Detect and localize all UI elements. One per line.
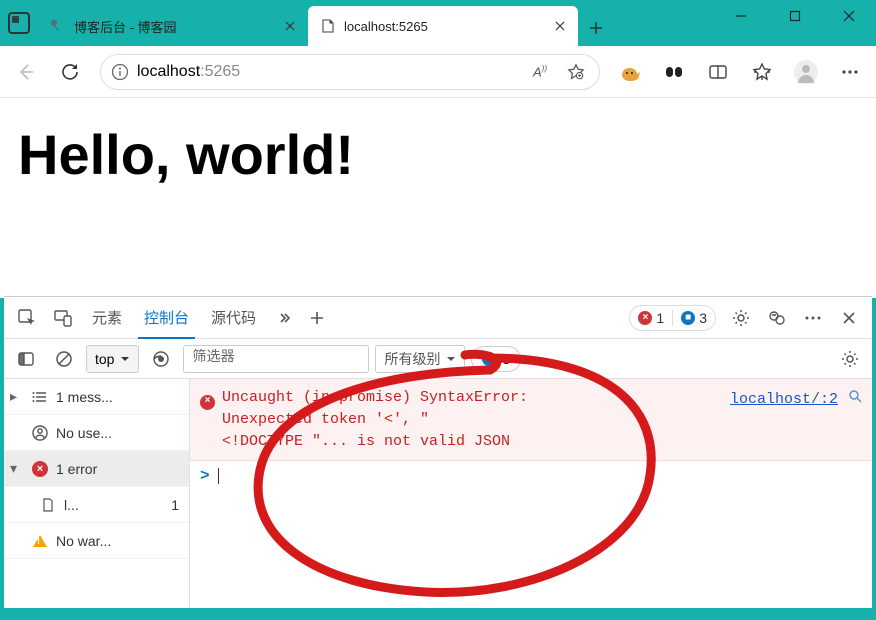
tab-close-button[interactable] <box>552 18 568 34</box>
favorite-icon[interactable] <box>561 57 591 87</box>
site-info-icon[interactable] <box>109 61 131 83</box>
devtools-tabbar: 元素 控制台 源代码 × 1 ■ 3 <box>4 297 872 339</box>
error-icon: × <box>30 459 50 479</box>
prompt-cursor <box>218 468 219 484</box>
console-error-entry[interactable]: × Uncaught (in promise) SyntaxError: Une… <box>190 379 872 461</box>
extension-cat-icon[interactable] <box>610 52 650 92</box>
console-filterbar: top 筛选器 所有级别 ■ 3 <box>4 339 872 379</box>
more-tabs-icon[interactable] <box>268 311 298 325</box>
console-prompt[interactable]: > <box>190 461 872 491</box>
caret-right-icon: ▸ <box>10 388 24 405</box>
devtools-panel: 元素 控制台 源代码 × 1 ■ 3 <box>4 296 872 608</box>
file-icon <box>38 495 58 515</box>
inspect-link-icon[interactable] <box>848 389 862 403</box>
address-bar[interactable]: localhost:5265 A)) <box>100 54 600 90</box>
sidebar-item-warnings[interactable]: No war... <box>4 523 189 559</box>
favorites-icon[interactable] <box>742 52 782 92</box>
issues-badge[interactable]: ■ 3 <box>471 346 521 372</box>
address-text: localhost:5265 <box>137 63 519 81</box>
list-icon <box>30 387 50 407</box>
inspect-element-icon[interactable] <box>10 301 44 335</box>
back-button[interactable] <box>6 52 46 92</box>
sidebar-item-user-messages[interactable]: No use... <box>4 415 189 451</box>
tab-console[interactable]: 控制台 <box>134 297 199 338</box>
log-level-selector[interactable]: 所有级别 <box>375 345 465 373</box>
tab-title: 博客后台 - 博客园 <box>74 17 274 36</box>
live-expression-icon[interactable] <box>145 343 177 375</box>
info-dot-icon: ■ <box>482 352 496 366</box>
close-devtools-icon[interactable] <box>832 301 866 335</box>
new-tab-button[interactable] <box>578 10 614 46</box>
tab-elements[interactable]: 元素 <box>82 297 132 338</box>
maximize-button[interactable] <box>768 0 822 32</box>
tab-title: localhost:5265 <box>344 19 544 34</box>
chevron-down-icon <box>120 354 130 364</box>
issues-pill[interactable]: × 1 ■ 3 <box>629 305 716 331</box>
workspaces-button[interactable] <box>0 0 38 46</box>
info-dot-icon: ■ <box>681 311 695 325</box>
error-count: 1 <box>656 310 664 326</box>
toggle-sidebar-icon[interactable] <box>10 343 42 375</box>
console-filter-input[interactable]: 筛选器 <box>183 345 369 373</box>
sidebar-item-errors[interactable]: ▾ × 1 error <box>4 451 189 487</box>
tab-sources[interactable]: 源代码 <box>201 297 266 338</box>
user-icon <box>30 423 50 443</box>
chevron-down-icon <box>446 354 456 364</box>
caret-down-icon: ▾ <box>10 460 24 477</box>
settings-icon[interactable] <box>724 301 758 335</box>
browser-toolbar: localhost:5265 A)) <box>0 46 876 98</box>
sidebar-item-error-source[interactable]: l... 1 <box>4 487 189 523</box>
reload-button[interactable] <box>50 52 90 92</box>
error-text: Uncaught (in promise) SyntaxError: Unexp… <box>222 389 528 450</box>
browser-tab-inactive[interactable]: 博客后台 - 博客园 <box>38 6 308 46</box>
console-output: × Uncaught (in promise) SyntaxError: Une… <box>190 379 872 608</box>
add-tab-icon[interactable] <box>300 310 334 326</box>
error-source-link[interactable]: localhost/:2 <box>730 389 838 411</box>
feedback-icon[interactable] <box>760 301 794 335</box>
tab-favicon <box>50 18 66 34</box>
console-sidebar: ▸ 1 mess... No use... ▾ × 1 error <box>4 379 190 608</box>
error-icon: × <box>200 389 215 411</box>
menu-button[interactable] <box>830 52 870 92</box>
error-dot-icon: × <box>638 311 652 325</box>
tab-close-button[interactable] <box>282 18 298 34</box>
clear-console-icon[interactable] <box>48 343 80 375</box>
tab-favicon <box>320 18 336 34</box>
minimize-button[interactable] <box>714 0 768 32</box>
device-toggle-icon[interactable] <box>46 301 80 335</box>
console-settings-icon[interactable] <box>834 343 866 375</box>
page-content: Hello, world! <box>0 98 876 298</box>
sidebar-item-all-messages[interactable]: ▸ 1 mess... <box>4 379 189 415</box>
browser-tab-active[interactable]: localhost:5265 <box>308 6 578 46</box>
more-options-icon[interactable] <box>796 301 830 335</box>
window-titlebar: 博客后台 - 博客园 localhost:5265 <box>0 0 876 46</box>
profile-avatar[interactable] <box>786 52 826 92</box>
split-screen-icon[interactable] <box>698 52 738 92</box>
context-selector[interactable]: top <box>86 345 139 373</box>
warning-icon <box>30 531 50 551</box>
prompt-chevron-icon: > <box>200 467 210 485</box>
extension-bb-icon[interactable] <box>654 52 694 92</box>
window-controls <box>714 0 876 46</box>
read-aloud-icon[interactable]: A)) <box>525 57 555 87</box>
page-heading: Hello, world! <box>18 122 858 187</box>
close-window-button[interactable] <box>822 0 876 32</box>
info-count: 3 <box>699 310 707 326</box>
